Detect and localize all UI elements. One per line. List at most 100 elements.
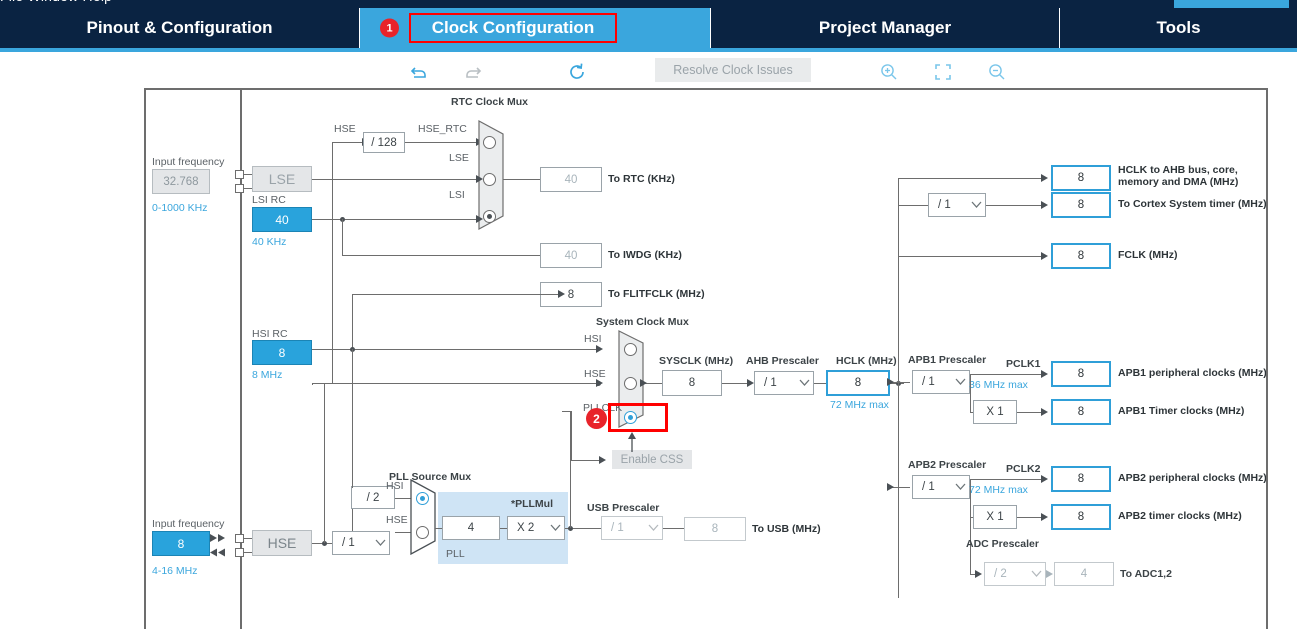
wire: [312, 383, 313, 385]
rtc-mux-input-lsi-selected[interactable]: [483, 210, 496, 223]
tab-clock-configuration[interactable]: 1 Clock Configuration: [360, 8, 710, 48]
wire: [898, 178, 1043, 179]
redo-icon: [459, 58, 487, 86]
menu-bar-strip[interactable]: File Window Help: [0, 0, 1297, 8]
apb2-prescaler-value: / 1: [922, 481, 935, 493]
hse-rtc-output-label: HSE_RTC: [418, 123, 467, 135]
pllclk-feedback-wire: [570, 411, 571, 528]
arrowhead: [1041, 475, 1048, 483]
lsi-rc-value-field[interactable]: 40: [252, 207, 312, 232]
hclk-note: 72 MHz max: [830, 399, 889, 411]
chevron-down-icon: [1027, 563, 1045, 585]
pllmul-label: *PLLMul: [511, 498, 553, 510]
usb-prescaler-dropdown[interactable]: / 1: [601, 516, 663, 540]
wire: [244, 552, 252, 553]
wire: [352, 294, 353, 349]
sysclk-mux-input-hsi[interactable]: [624, 343, 637, 356]
pclk2-label: PCLK2: [1006, 463, 1041, 475]
arrowhead: [887, 483, 894, 491]
cortex-prescaler-dropdown[interactable]: / 1: [928, 193, 986, 217]
enable-css-button[interactable]: Enable CSS: [612, 450, 692, 469]
to-usb-label: To USB (MHz): [752, 523, 821, 535]
hse-rtc-divider-field[interactable]: / 128: [363, 132, 405, 153]
pllmul-dropdown[interactable]: X 2: [507, 516, 565, 540]
wire: [244, 188, 252, 189]
apb2-peripheral-label: APB2 peripheral clocks (MHz): [1118, 472, 1267, 484]
hse-input-frequency-field[interactable]: 8: [152, 531, 210, 556]
wire: [312, 179, 478, 180]
to-iwdg-field[interactable]: 40: [540, 243, 602, 268]
chevron-down-icon: [546, 517, 564, 539]
sysclk-mux-input-hse[interactable]: [624, 377, 637, 390]
wire: [898, 205, 928, 206]
apb2-prescaler-dropdown[interactable]: / 1: [912, 475, 970, 499]
hclk-ahb-bus-field[interactable]: 8: [1051, 165, 1111, 191]
apb1-timer-field[interactable]: 8: [1051, 399, 1111, 425]
chevron-down-icon: [967, 194, 985, 216]
tab-clock-label: Clock Configuration: [431, 18, 595, 37]
zoom-out-icon[interactable]: [983, 58, 1011, 86]
arrowhead: [210, 534, 217, 542]
hse-block[interactable]: HSE: [252, 530, 312, 556]
arrowhead: [1041, 174, 1048, 182]
adc-prescaler-label: ADC Prescaler: [966, 538, 1039, 550]
apb1-prescaler-dropdown[interactable]: / 1: [912, 370, 970, 394]
zoom-in-icon[interactable]: [875, 58, 903, 86]
pll-mux-hse-label: HSE: [386, 514, 408, 526]
tab-project-manager[interactable]: Project Manager: [710, 8, 1060, 48]
refresh-icon[interactable]: [563, 58, 591, 86]
pllclk-selection-highlight: [608, 403, 668, 432]
tab-tools-label: Tools: [1156, 18, 1201, 37]
wire: [571, 411, 572, 460]
sysclk-field[interactable]: 8: [662, 370, 722, 396]
ahb-prescaler-dropdown[interactable]: / 1: [754, 371, 814, 395]
resolve-clock-issues-button[interactable]: Resolve Clock Issues: [655, 58, 811, 82]
wire: [342, 219, 343, 255]
fit-to-screen-icon[interactable]: [929, 58, 957, 86]
tab-pinout-configuration[interactable]: Pinout & Configuration: [0, 8, 360, 48]
apb2-peripheral-field[interactable]: 8: [1051, 466, 1111, 492]
pll-input-field[interactable]: 4: [442, 516, 500, 540]
wire: [405, 142, 478, 143]
pll-mux-input-hsi-selected[interactable]: [416, 492, 429, 505]
ahb-prescaler-value: / 1: [764, 377, 777, 389]
clock-tree-canvas[interactable]: Input frequency 32.768 0-1000 KHz LSE LS…: [144, 88, 1268, 629]
hclk-ahb-bus-label: HCLK to AHB bus, core,: [1118, 164, 1238, 176]
rtc-mux-input-lse[interactable]: [483, 173, 496, 186]
to-usb-field[interactable]: 8: [684, 517, 746, 541]
hclk-distribution-bus: [898, 178, 899, 598]
hse-up-wire: [332, 142, 333, 383]
fclk-field[interactable]: 8: [1051, 243, 1111, 269]
apb2-timer-field[interactable]: 8: [1051, 504, 1111, 530]
tab-tools[interactable]: Tools: [1060, 8, 1297, 48]
undo-icon[interactable]: [405, 58, 433, 86]
hclk-field[interactable]: 8: [826, 370, 890, 396]
clock-toolbar: [0, 52, 1297, 88]
pll-mux-input-hse[interactable]: [416, 526, 429, 539]
hse-pin-bottom: [235, 548, 244, 557]
hse-input-frequency-label: Input frequency: [152, 518, 225, 530]
apb1-timer-label: APB1 Timer clocks (MHz): [1118, 405, 1245, 417]
step-badge-2: 2: [586, 408, 607, 429]
rtc-mux-input-hse-rtc[interactable]: [483, 136, 496, 149]
wire: [352, 349, 353, 539]
adc-prescaler-dropdown[interactable]: / 2: [984, 562, 1046, 586]
apb2-timer-label: APB2 timer clocks (MHz): [1118, 510, 1242, 522]
lse-input-frequency-field[interactable]: 32.768: [152, 169, 210, 194]
apb2-timer-multiplier[interactable]: X 1: [973, 505, 1017, 529]
wire: [342, 255, 560, 256]
hsi-rc-value-field[interactable]: 8: [252, 340, 312, 365]
hse-divider-dropdown[interactable]: / 1: [332, 531, 390, 555]
cortex-timer-field[interactable]: 8: [1051, 192, 1111, 218]
apb1-peripheral-field[interactable]: 8: [1051, 361, 1111, 387]
to-rtc-label: To RTC (KHz): [608, 173, 675, 185]
wire: [352, 486, 353, 488]
arrowhead: [558, 290, 565, 298]
apb1-timer-multiplier[interactable]: X 1: [973, 400, 1017, 424]
lse-block[interactable]: LSE: [252, 166, 312, 192]
wire: [571, 460, 599, 461]
lse-input-frequency-label: Input frequency: [152, 156, 225, 168]
adc-output-field[interactable]: 4: [1054, 562, 1114, 586]
to-rtc-field[interactable]: 40: [540, 167, 602, 192]
chevron-down-icon: [951, 371, 969, 393]
